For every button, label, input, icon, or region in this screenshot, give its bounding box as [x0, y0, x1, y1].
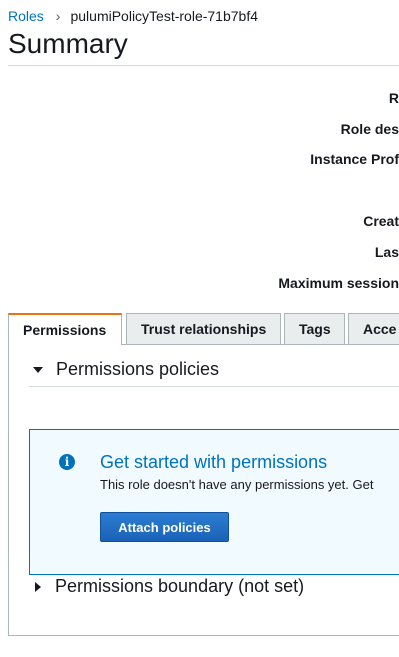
info-icon: i — [59, 454, 75, 470]
summary-label-last-activity: Las — [374, 244, 399, 260]
permissions-policies-toggle[interactable]: Permissions policies — [29, 359, 399, 380]
role-tabs-panel: Permissions Trust relationships Tags Acc… — [8, 313, 399, 636]
summary-label-role-arn: R — [388, 90, 399, 106]
permissions-boundary-heading: Permissions boundary (not set) — [55, 576, 305, 596]
breadcrumb-roles-link[interactable]: Roles — [8, 8, 44, 24]
tab-trust-relationships[interactable]: Trust relationships — [126, 313, 281, 344]
tab-permissions[interactable]: Permissions — [8, 313, 122, 345]
permissions-boundary-toggle[interactable]: Permissions boundary (not set) — [29, 576, 399, 597]
title-divider — [8, 65, 399, 66]
info-text: This role doesn't have any permissions y… — [100, 477, 374, 492]
chevron-right-icon: › — [55, 8, 61, 24]
tab-access-advisor[interactable]: Acce — [348, 313, 399, 344]
summary-label-instance-profile: Instance Prof — [310, 151, 399, 167]
tab-tags[interactable]: Tags — [284, 313, 345, 344]
summary-label-max-session: Maximum session — [278, 275, 399, 291]
caret-right-icon — [35, 581, 41, 592]
breadcrumb-current: pulumiPolicyTest-role-71b7bf4 — [70, 8, 259, 24]
permissions-tab-content: Permissions policies i Get started with … — [8, 344, 399, 636]
info-title: Get started with permissions — [100, 452, 328, 472]
page-title: Summary — [8, 28, 128, 59]
permissions-policies-heading: Permissions policies — [56, 359, 220, 379]
summary-label-role-description: Role des — [340, 121, 399, 137]
breadcrumb: Roles › pulumiPolicyTest-role-71b7bf4 — [8, 8, 258, 24]
summary-label-creation-time: Creat — [363, 213, 399, 229]
caret-down-icon — [33, 366, 43, 373]
get-started-info-box: i Get started with permissions This role… — [29, 429, 399, 575]
attach-policies-button[interactable]: Attach policies — [100, 512, 229, 542]
policies-divider — [29, 386, 399, 387]
